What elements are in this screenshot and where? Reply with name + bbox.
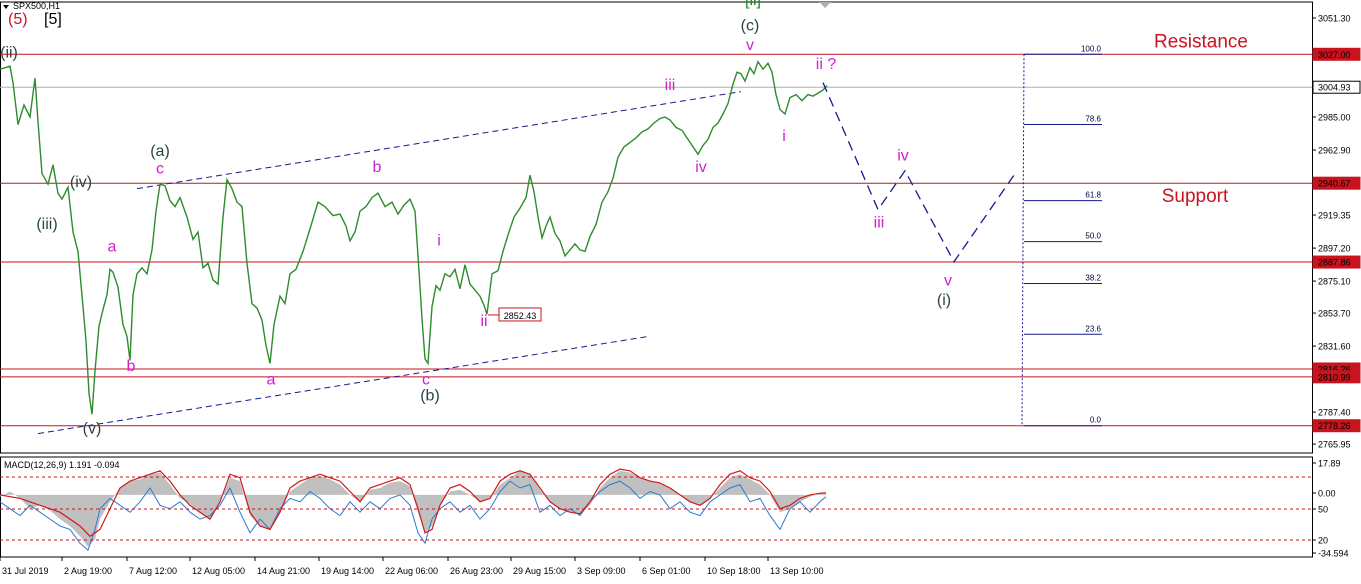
wave-label: (a) [150, 143, 170, 160]
price-box-label: 2940.67 [1318, 179, 1351, 189]
x-tick-label: 14 Aug 21:00 [257, 566, 310, 576]
wave-label: a [267, 371, 276, 388]
x-tick-label: 10 Sep 18:00 [707, 566, 761, 576]
fib-level-label: 100.0 [1081, 44, 1102, 53]
wave-label: ii [480, 313, 487, 330]
wave-label: (ii) [0, 44, 18, 61]
wave-label: (iv) [70, 174, 92, 191]
main-plot-frame [0, 1, 1313, 454]
x-tick-label: 29 Aug 15:00 [513, 566, 566, 576]
fib-level-label: 61.8 [1085, 191, 1101, 200]
y-tick-label: 2787.40 [1318, 408, 1351, 418]
wave-label: (c) [741, 17, 760, 34]
wave-label: [ii] [745, 0, 761, 9]
macd-y-tick-label: 20 [1318, 536, 1328, 546]
wave-label: (i) [937, 292, 951, 309]
symbol-label: SPX500,H1 [13, 1, 60, 11]
x-tick-label: 12 Aug 05:00 [192, 566, 245, 576]
wave-label: b [127, 358, 136, 375]
x-tick-label: 22 Aug 06:00 [385, 566, 438, 576]
x-tick-label: 2 Aug 19:00 [64, 566, 112, 576]
x-tick-label: 3 Sep 09:00 [577, 566, 626, 576]
y-tick-label: 2853.70 [1318, 309, 1351, 319]
x-tick-label: 31 Jul 2019 [2, 566, 49, 576]
y-tick-label: 2875.10 [1318, 277, 1351, 287]
support-label: Support [1162, 186, 1229, 207]
price-box-label: 2778.26 [1318, 421, 1351, 431]
x-tick-label: 6 Sep 01:00 [642, 566, 691, 576]
wave-label: c [156, 161, 164, 178]
price-chart[interactable]: 100.0 78.6 61.8 50.0 38.2 23.6 0.0 Resistance Su… [0, 0, 1361, 584]
x-tick-label: 19 Aug 14:00 [321, 566, 374, 576]
price-series [0, 60, 828, 415]
y-tick-label: 2962.90 [1318, 145, 1351, 155]
shift-marker-icon [819, 2, 831, 8]
y-tick-label: 2831.60 [1318, 342, 1351, 352]
chart-root: 100.0 78.6 61.8 50.0 38.2 23.6 0.0 Resistance Su… [0, 0, 1361, 584]
low-marker-label: 2852.43 [504, 311, 537, 321]
y-tick-label: 3051.30 [1318, 13, 1351, 23]
wave-label: c [422, 371, 430, 388]
wave-label: b [373, 159, 382, 176]
projection-path [822, 82, 1017, 264]
x-tick-label: 13 Sep 10:00 [770, 566, 824, 576]
macd-label: MACD(12,26,9) 1.191 -0.094 [4, 460, 120, 470]
resistance-label: Resistance [1154, 31, 1248, 52]
fib-stem [1021, 54, 1025, 426]
wave-label: (b) [420, 388, 440, 405]
fib-level-label: 38.2 [1085, 274, 1101, 283]
wave-label: ii ? [816, 56, 837, 73]
x-tick-label: 7 Aug 12:00 [129, 566, 177, 576]
fib-level-label: 50.0 [1085, 232, 1101, 241]
y-tick-label: 2897.20 [1318, 244, 1351, 254]
fib-level-label: 23.6 [1085, 324, 1101, 333]
price-box-label: 3004.93 [1318, 83, 1351, 93]
price-box-label: 2810.99 [1318, 372, 1351, 382]
fib-level-label: 78.6 [1085, 114, 1101, 123]
wave-label: iii [874, 215, 885, 232]
wave-degree-red: (5) [8, 11, 28, 28]
fib-level-label: 0.0 [1090, 416, 1102, 425]
wave-label: (v) [83, 421, 102, 438]
macd-y-tick-label: 50 [1318, 505, 1328, 515]
wave-label: iv [897, 147, 909, 164]
macd-y-tick-label: 17.89 [1318, 459, 1341, 469]
wave-label: a [108, 238, 117, 255]
y-tick-label: 2919.35 [1318, 211, 1351, 221]
wave-label: i [437, 232, 441, 249]
macd-y-tick-label: 0.00 [1318, 489, 1336, 499]
macd-y-tick-label: -34.594 [1318, 549, 1349, 559]
wave-label: v [746, 37, 754, 54]
y-tick-label: 2985.00 [1318, 112, 1351, 122]
y-tick-label: 2765.95 [1318, 440, 1351, 450]
x-tick-label: 26 Aug 23:00 [450, 566, 503, 576]
wave-label: i [782, 128, 786, 145]
price-box-label: 2887.86 [1318, 258, 1351, 268]
wave-label: iii [665, 77, 676, 94]
wave-label: (iii) [36, 216, 57, 233]
wave-label: v [944, 273, 952, 290]
price-box-label: 3027.00 [1318, 50, 1351, 60]
header-dropdown-icon [3, 5, 9, 9]
trend-line [136, 91, 742, 190]
wave-label: iv [695, 159, 707, 176]
wave-degree-black: [5] [44, 11, 62, 28]
